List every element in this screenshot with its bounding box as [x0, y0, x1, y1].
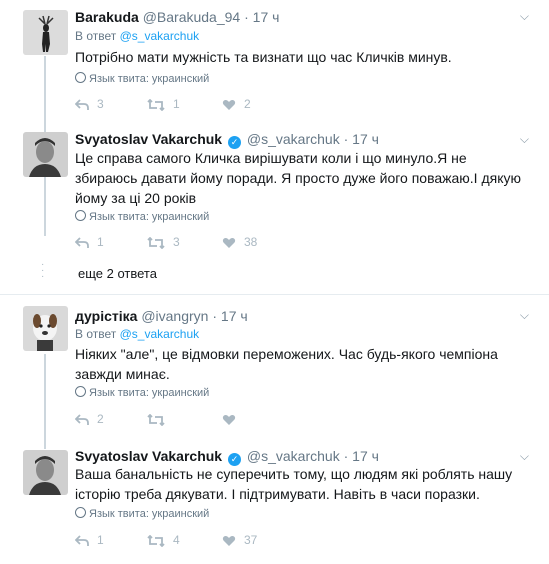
globe-icon: [75, 386, 86, 397]
tweet-language: Язык твита: украинский: [75, 72, 209, 86]
author-name[interactable]: дурістіка: [75, 308, 137, 324]
reply-handle-link[interactable]: @s_vakarchuk: [120, 29, 200, 43]
language-label: Язык твита: украинский: [89, 211, 210, 223]
reply-prefix: В ответ: [75, 327, 117, 341]
retweet-button[interactable]: [147, 411, 173, 427]
reply-button[interactable]: 3: [74, 96, 104, 112]
tweet-actions: 1 3 38: [74, 234, 325, 250]
tweet-actions: 1 4 37: [74, 532, 325, 548]
retweet-icon: [147, 236, 165, 250]
divider: [0, 294, 549, 295]
retweet-count: 3: [173, 235, 180, 249]
more-dots-icon: · · ·: [41, 259, 45, 282]
separator-dot: ·: [343, 131, 349, 147]
reply-to: В ответ @s_vakarchuk: [75, 29, 199, 43]
reply-button[interactable]: 2: [74, 411, 104, 427]
reply-count: 1: [97, 235, 104, 249]
reply-count: 1: [97, 533, 104, 547]
reply-to: В ответ @s_vakarchuk: [75, 327, 199, 341]
like-count: 2: [244, 97, 251, 111]
timestamp[interactable]: 17 ч: [352, 131, 379, 147]
retweet-icon: [147, 534, 165, 548]
globe-icon: [75, 72, 86, 83]
thread-line: [44, 354, 46, 449]
author-handle[interactable]: @s_vakarchuk: [247, 448, 340, 464]
chevron-down-icon[interactable]: ⌵: [520, 9, 529, 24]
language-label: Язык твита: украинский: [89, 387, 210, 399]
avatar-barakuda[interactable]: [23, 10, 68, 55]
reply-count: 2: [97, 412, 104, 426]
tweet-header: Svyatoslav Vakarchuk ✓ @s_vakarchuk · 17…: [75, 130, 379, 149]
reply-icon: [74, 237, 89, 248]
retweet-icon: [147, 98, 165, 112]
tweet-text: Потрібно мати мужність та визнати що час…: [75, 49, 452, 65]
tweet-language: Язык твита: украинский: [75, 386, 209, 400]
author-handle[interactable]: @Barakuda_94: [143, 9, 241, 25]
heart-icon: [222, 536, 236, 546]
retweet-button[interactable]: 4: [147, 532, 180, 548]
retweet-count: 1: [173, 97, 180, 111]
tweet-actions: 3 1 2: [74, 96, 325, 112]
avatar-vakarchuk[interactable]: [23, 450, 68, 495]
tweet-header: Barakuda @Barakuda_94 · 17 ч: [75, 8, 279, 26]
heart-icon: [222, 238, 236, 248]
reply-icon: [74, 99, 89, 110]
retweet-button[interactable]: 3: [147, 234, 180, 250]
avatar-vakarchuk[interactable]: [23, 132, 68, 177]
reply-handle-link[interactable]: @s_vakarchuk: [120, 327, 200, 341]
chevron-down-icon[interactable]: ⌵: [520, 449, 529, 464]
tweet-text: Це справа самого Кличка вирішувати коли …: [75, 150, 521, 206]
tweet-language: Язык твита: украинский: [75, 507, 209, 521]
like-button[interactable]: 2: [222, 96, 251, 112]
chevron-down-icon[interactable]: ⌵: [520, 308, 529, 323]
tweet-text: Ваша банальність не суперечить тому, що …: [75, 466, 513, 502]
reply-icon: [74, 414, 89, 425]
reply-prefix: В ответ: [75, 29, 117, 43]
reply-button[interactable]: 1: [74, 234, 104, 250]
tweet-actions: 2: [74, 411, 325, 427]
reply-count: 3: [97, 97, 104, 111]
timestamp[interactable]: 17 ч: [221, 308, 248, 324]
author-name[interactable]: Svyatoslav Vakarchuk: [75, 448, 222, 464]
reply-icon: [74, 535, 89, 546]
separator-dot: ·: [244, 9, 249, 25]
timestamp[interactable]: 17 ч: [352, 448, 379, 464]
globe-icon: [75, 210, 86, 221]
separator-dot: ·: [343, 448, 349, 464]
chevron-down-icon[interactable]: ⌵: [520, 132, 529, 147]
author-handle[interactable]: @s_vakarchuk: [247, 131, 340, 147]
language-label: Язык твита: украинский: [89, 508, 210, 520]
heart-icon: [222, 415, 236, 425]
timestamp[interactable]: 17 ч: [253, 9, 280, 25]
retweet-icon: [147, 413, 165, 427]
separator-dot: ·: [212, 308, 218, 324]
globe-icon: [75, 507, 86, 518]
like-button[interactable]: 37: [222, 532, 257, 548]
tweet-language: Язык твита: украинский: [75, 210, 209, 224]
like-button[interactable]: 38: [222, 234, 257, 250]
heart-icon: [222, 100, 236, 110]
like-button[interactable]: [222, 411, 244, 427]
reply-button[interactable]: 1: [74, 532, 104, 548]
language-label: Язык твита: украинский: [89, 73, 210, 85]
tweet-header: дурістіка @ivangryn · 17 ч: [75, 307, 248, 325]
author-handle[interactable]: @ivangryn: [141, 308, 208, 324]
tweet-text: Ніяких "але", це відмовки переможених. Ч…: [75, 346, 498, 382]
author-name[interactable]: Barakuda: [75, 9, 139, 25]
retweet-button[interactable]: 1: [147, 96, 180, 112]
author-name[interactable]: Svyatoslav Vakarchuk: [75, 131, 222, 147]
avatar-durystika[interactable]: [23, 306, 68, 351]
like-count: 38: [244, 235, 258, 249]
like-count: 37: [244, 533, 258, 547]
more-replies-link[interactable]: еще 2 ответа: [78, 266, 157, 282]
retweet-count: 4: [173, 533, 180, 547]
